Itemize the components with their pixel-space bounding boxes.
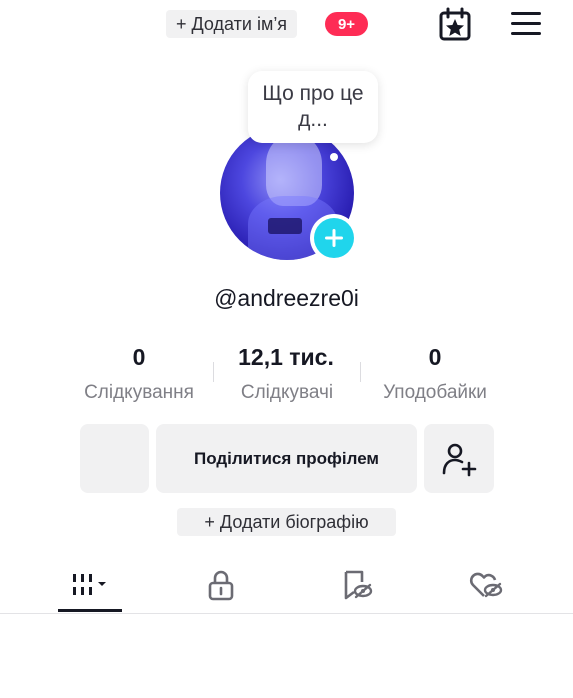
edit-profile-button[interactable] [80,424,149,493]
menu-button[interactable] [508,8,544,40]
chevron-down-icon [98,582,106,586]
tab-private[interactable] [191,562,251,608]
share-profile-label: Поділитися профілем [193,448,380,468]
stat-label: Уподобайки [383,382,487,403]
hamburger-menu-icon [511,12,541,35]
stat-value: 0 [428,344,442,370]
username: @andreezre0i [214,285,359,311]
add-friend-button[interactable] [424,424,494,493]
bookmark-eye-icon [344,570,373,600]
lock-icon [208,570,234,601]
tabs-divider [0,613,573,614]
status-bubble-text: Що про це д... [262,82,364,131]
stat-label: Слідкувачі [240,382,334,403]
plus-icon [325,229,343,247]
stat-label: Слідкування [84,382,194,403]
add-person-icon [442,443,477,476]
status-bubble[interactable]: Що про це д... [248,71,378,143]
active-tab-indicator [58,609,122,612]
stat-value: 0 [132,344,146,370]
divider [213,362,214,382]
calendar-star-icon [439,7,471,41]
tab-liked[interactable] [456,562,516,608]
tab-saved[interactable] [326,562,386,608]
notification-badge[interactable]: 9+ [325,12,368,36]
grid-icon [73,574,106,595]
stat-value: 12,1 тис. [238,344,334,370]
tab-videos[interactable] [58,562,122,608]
add-name-button[interactable]: + Додати ім’я [166,10,298,38]
add-story-button[interactable] [310,214,358,262]
add-name-label: + Додати ім’я [176,13,288,34]
share-profile-button[interactable]: Поділитися профілем [156,424,417,493]
heart-eye-icon [469,572,503,598]
divider [360,362,361,382]
add-bio-button[interactable]: + Додати біографію [177,508,396,536]
calendar-star-button[interactable] [436,6,474,42]
add-bio-label: + Додати біографію [204,511,369,532]
